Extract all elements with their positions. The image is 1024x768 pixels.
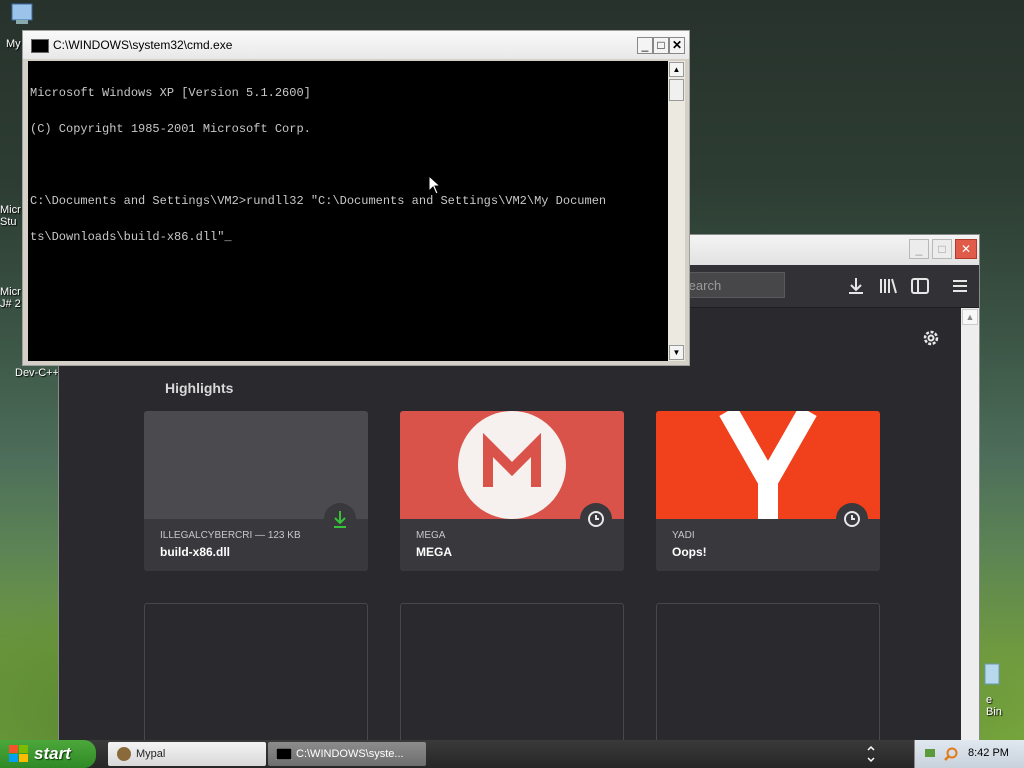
windows-logo-icon (9, 745, 28, 762)
quick-launch-toggle-icon[interactable] (866, 744, 876, 764)
clock[interactable]: 8:42 PM (968, 747, 1009, 759)
gear-icon[interactable] (921, 328, 941, 348)
card-title: Oops! (672, 545, 707, 559)
console-scrollbar[interactable]: ▲ ▼ (668, 61, 685, 361)
console-line: C:\Documents and Settings\VM2>rundll32 "… (30, 194, 607, 208)
console-line: (C) Copyright 1985-2001 Microsoft Corp. (30, 122, 311, 136)
cmd-titlebar[interactable]: C:\WINDOWS\system32\cmd.exe _ □ ✕ (23, 31, 689, 59)
scroll-up-arrow[interactable]: ▲ (962, 309, 978, 325)
window-title: C:\WINDOWS\system32\cmd.exe (53, 38, 233, 52)
scroll-down-arrow[interactable]: ▼ (669, 345, 684, 360)
taskbar-item-cmd[interactable]: C:\WINDOWS\syste... (268, 742, 426, 766)
taskbar-item-mypal[interactable]: Mypal (108, 742, 266, 766)
new-tab-page: Highlights ILLEGALCYBERCRI — 123 KB buil… (59, 308, 961, 743)
empty-tile (400, 603, 624, 743)
cmd-close-button[interactable]: ✕ (669, 37, 685, 54)
browser-minimize-button[interactable]: _ (909, 239, 929, 259)
desktop-icon-dev-cpp[interactable]: Dev-C++ (15, 367, 59, 379)
sidebar-icon[interactable] (909, 275, 931, 297)
network-icon[interactable] (923, 746, 939, 762)
cmd-maximize-button[interactable]: □ (653, 37, 669, 54)
highlight-card[interactable]: YADI Oops! (656, 411, 880, 571)
console-output[interactable]: Microsoft Windows XP [Version 5.1.2600] … (28, 61, 668, 361)
desktop-icon-microsoft-jsharp[interactable]: Micr J# 2 (0, 286, 21, 310)
card-badge (324, 503, 356, 535)
console-line: Microsoft Windows XP [Version 5.1.2600] (30, 86, 311, 100)
card-badge (580, 503, 612, 535)
cmd-minimize-button[interactable]: _ (637, 37, 653, 54)
desktop-icon-microsoft-studio[interactable]: Micr Stu (0, 204, 21, 228)
browser-maximize-button[interactable]: □ (932, 239, 952, 259)
clock-icon (844, 511, 860, 527)
card-badge (836, 503, 868, 535)
task-label: Mypal (136, 748, 166, 760)
card-meta: ILLEGALCYBERCRI — 123 KB (160, 530, 301, 541)
console-icon (276, 748, 292, 760)
card-title: MEGA (416, 545, 452, 559)
cmd-window: C:\WINDOWS\system32\cmd.exe _ □ ✕ Micros… (22, 30, 690, 366)
highlight-card[interactable]: MEGA MEGA (400, 411, 624, 571)
section-title: Highlights (165, 380, 234, 396)
console-line: ts\Downloads\build-x86.dll"_ (30, 230, 232, 244)
empty-tile (656, 603, 880, 743)
task-label: C:\WINDOWS\syste... (296, 748, 404, 760)
hamburger-menu-icon[interactable] (949, 275, 971, 297)
page-scrollbar[interactable]: ▲ (961, 308, 979, 743)
highlight-card[interactable]: ILLEGALCYBERCRI — 123 KB build-x86.dll (144, 411, 368, 571)
empty-tile (144, 603, 368, 743)
desktop-icon-label: Micr J# 2 (0, 286, 21, 310)
start-label: start (34, 744, 71, 763)
computer-icon (11, 3, 33, 24)
desktop-icon-my-computer[interactable]: My (4, 2, 34, 50)
desktop-icon-recycle-bin[interactable]: e Bin (982, 660, 1002, 718)
mypal-icon (117, 747, 131, 761)
system-tray: 8:42 PM (914, 740, 1024, 768)
desktop-icon-label: Dev-C++ (15, 367, 60, 379)
library-icon[interactable] (877, 275, 899, 297)
browser-close-button[interactable]: ✕ (955, 239, 977, 259)
start-button[interactable]: start (0, 740, 96, 768)
card-meta: YADI (672, 530, 695, 541)
taskbar: start Mypal C:\WINDOWS\syste... 8:42 PM (0, 740, 1024, 768)
scroll-up-arrow[interactable]: ▲ (669, 62, 684, 77)
download-icon[interactable] (845, 275, 867, 297)
desktop-icon-label: My (6, 38, 21, 50)
recycle-bin-icon (984, 663, 1000, 685)
download-icon (334, 511, 346, 528)
card-title: build-x86.dll (160, 545, 231, 559)
mouse-cursor-icon (428, 175, 442, 195)
console-icon (31, 39, 49, 53)
desktop-icon-label: e Bin (986, 694, 1002, 718)
scroll-thumb[interactable] (669, 79, 684, 101)
desktop-icon-label: Micr Stu (0, 204, 21, 228)
search-icon[interactable] (943, 746, 959, 762)
clock-icon (588, 511, 604, 527)
card-meta: MEGA (416, 530, 446, 541)
